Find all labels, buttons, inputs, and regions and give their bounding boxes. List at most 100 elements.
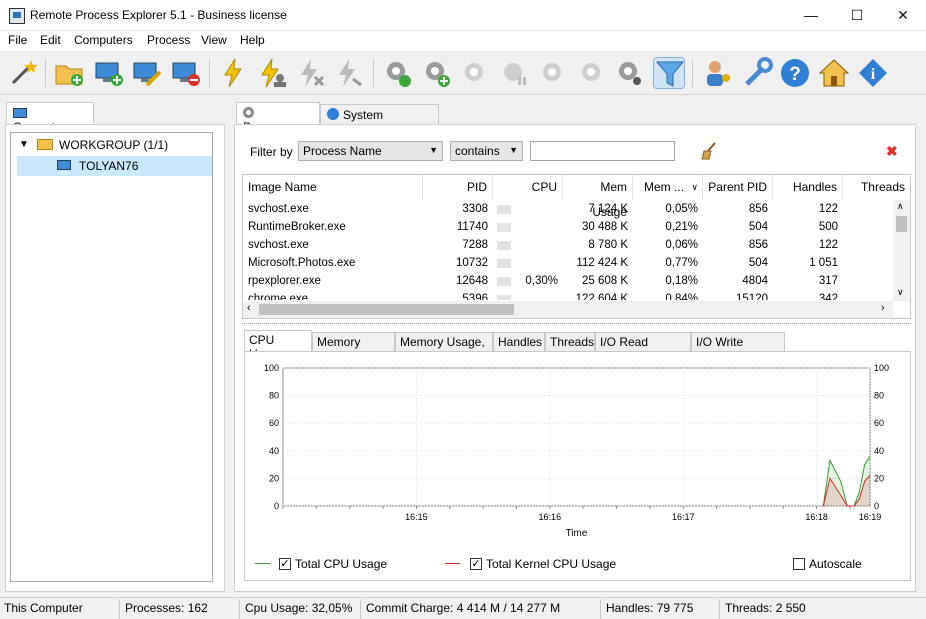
service-add-icon[interactable]: [420, 57, 452, 89]
table-row[interactable]: chrome.exe 5396 122 604 K 0,84% 15120 342: [243, 290, 893, 300]
about-icon[interactable]: i: [857, 57, 889, 89]
filter-field-select[interactable]: Process Name ▼: [298, 141, 443, 161]
table-row[interactable]: Microsoft.Photos.exe 10732 112 424 K 0,77% 5…: [243, 254, 893, 272]
cell-mem: 30 488 K: [581, 221, 628, 233]
col-image-name[interactable]: Image Name: [243, 175, 423, 200]
tab-processes[interactable]: Processes: [236, 102, 320, 134]
chevron-left-icon[interactable]: ‹: [247, 302, 251, 314]
close-button[interactable]: ✕: [880, 0, 926, 31]
status-commit: Commit Charge: 4 414 M / 14 277 M: [366, 601, 561, 615]
cell-mem: 7 124 K: [588, 203, 628, 215]
filter-text-input[interactable]: [530, 141, 675, 161]
app-icon[interactable]: [9, 8, 25, 24]
vertical-scrollbar[interactable]: ∧ ∨: [893, 200, 910, 301]
tab-memory-usage-percent[interactable]: Memory Usage, %: [395, 332, 493, 363]
wizard-icon[interactable]: [7, 57, 39, 89]
y-tick-label: 40: [269, 446, 279, 456]
tab-cpu-usage[interactable]: CPU Usage: [244, 330, 312, 361]
chevron-down-icon[interactable]: ▼: [19, 139, 29, 150]
clear-filter-broom-icon[interactable]: [700, 142, 720, 160]
col-parent-pid[interactable]: Parent PID: [703, 175, 773, 200]
svg-text:i: i: [871, 66, 876, 83]
tab-threads[interactable]: Threads: [545, 332, 595, 352]
service-refresh-icon[interactable]: [381, 57, 413, 89]
scrollbar-thumb[interactable]: [259, 304, 514, 315]
menu-edit[interactable]: Edit: [40, 33, 61, 47]
y-tick-label-right: 0: [874, 501, 879, 511]
cell-handles: 317: [818, 275, 838, 287]
home-icon[interactable]: [818, 57, 850, 89]
tab-computers[interactable]: Computers: [6, 102, 94, 134]
title-bar: Remote Process Explorer 5.1 - Business l…: [0, 0, 926, 31]
tab-io-read[interactable]: I/O Read Bytes/s: [595, 332, 691, 363]
col-handles[interactable]: Handles: [773, 175, 843, 200]
service-find-icon[interactable]: [614, 57, 646, 89]
workgroup-label[interactable]: WORKGROUP (1/1): [59, 138, 168, 152]
cell-name: svchost.exe: [248, 239, 309, 251]
run-as-user-icon[interactable]: [256, 57, 288, 89]
edit-computer-icon[interactable]: [131, 57, 163, 89]
cell-pid: 11740: [456, 221, 488, 233]
menu-file[interactable]: File: [8, 33, 27, 47]
menu-computers[interactable]: Computers: [74, 33, 133, 47]
wrench-icon[interactable]: [741, 57, 773, 89]
cell-handles: 500: [818, 221, 838, 233]
x-tick-label: 16:18: [805, 512, 828, 522]
scrollbar-thumb[interactable]: [896, 216, 907, 232]
col-threads[interactable]: Threads: [843, 175, 910, 200]
col-mem-usage[interactable]: Mem Usage: [563, 175, 633, 219]
col-mem-percent[interactable]: Mem ... ∨: [633, 175, 703, 200]
add-computer-icon[interactable]: [93, 57, 125, 89]
chevron-down-icon[interactable]: ∨: [897, 287, 904, 298]
run-process-icon[interactable]: [217, 57, 249, 89]
system-info-icon: [327, 108, 339, 120]
menu-process[interactable]: Process: [147, 33, 190, 47]
kill-tree-icon[interactable]: [333, 57, 365, 89]
tab-handles[interactable]: Handles: [493, 332, 545, 352]
cell-memp: 0,77%: [665, 257, 698, 269]
cell-name: rpexplorer.exe: [248, 275, 321, 287]
kill-process-icon[interactable]: [295, 57, 327, 89]
chevron-up-icon[interactable]: ∧: [897, 201, 904, 212]
col-cpu[interactable]: CPU: [493, 175, 563, 200]
add-folder-icon[interactable]: [53, 57, 85, 89]
table-row[interactable]: svchost.exe 3308 7 124 K 0,05% 856 122: [243, 200, 893, 218]
x-tick-label: 16:15: [405, 512, 428, 522]
computers-tab-icon: [13, 108, 27, 118]
status-separator: [360, 599, 361, 619]
filter-icon[interactable]: [653, 57, 685, 89]
service-pause-icon[interactable]: [498, 57, 530, 89]
table-row[interactable]: RuntimeBroker.exe 11740 30 488 K 0,21% 504 50…: [243, 218, 893, 236]
tab-system-information[interactable]: System Information: [320, 104, 439, 136]
service-restart-icon[interactable]: [576, 57, 608, 89]
close-filter-icon[interactable]: ✖: [886, 144, 900, 158]
kernel-cpu-checkbox[interactable]: ✓: [470, 558, 482, 570]
help-icon[interactable]: ?: [779, 57, 811, 89]
computer-label[interactable]: TOLYAN76: [79, 159, 138, 173]
filter-operator-select[interactable]: contains ▼: [450, 141, 523, 161]
remove-computer-icon[interactable]: [170, 57, 202, 89]
col-pid[interactable]: PID: [423, 175, 493, 200]
tab-io-write[interactable]: I/O Write Bytes/s: [691, 332, 785, 363]
status-processes: Processes: 162: [125, 601, 208, 615]
autoscale-checkbox[interactable]: [793, 558, 805, 570]
tab-memory-usage[interactable]: Memory Usage: [312, 332, 395, 363]
menu-help[interactable]: Help: [240, 33, 265, 47]
y-tick-label-right: 80: [874, 391, 884, 401]
status-separator: [239, 599, 240, 619]
maximize-button[interactable]: ☐: [834, 0, 880, 31]
service-start-icon[interactable]: [459, 57, 491, 89]
horizontal-scrollbar[interactable]: ‹ ›: [243, 301, 893, 318]
table-row[interactable]: svchost.exe 7288 8 780 K 0,06% 856 122: [243, 236, 893, 254]
table-row[interactable]: rpexplorer.exe 12648 0,30% 25 608 K 0,18% 480…: [243, 272, 893, 290]
total-cpu-checkbox[interactable]: ✓: [279, 558, 291, 570]
minimize-button[interactable]: —: [788, 0, 834, 31]
menu-view[interactable]: View: [201, 33, 227, 47]
splitter[interactable]: [242, 323, 911, 324]
cpu-bar: [497, 205, 511, 214]
chevron-right-icon[interactable]: ›: [881, 302, 885, 314]
status-separator: [600, 599, 601, 619]
service-stop-icon[interactable]: [537, 57, 569, 89]
cell-memp: 0,06%: [665, 239, 698, 251]
user-key-icon[interactable]: [702, 57, 734, 89]
